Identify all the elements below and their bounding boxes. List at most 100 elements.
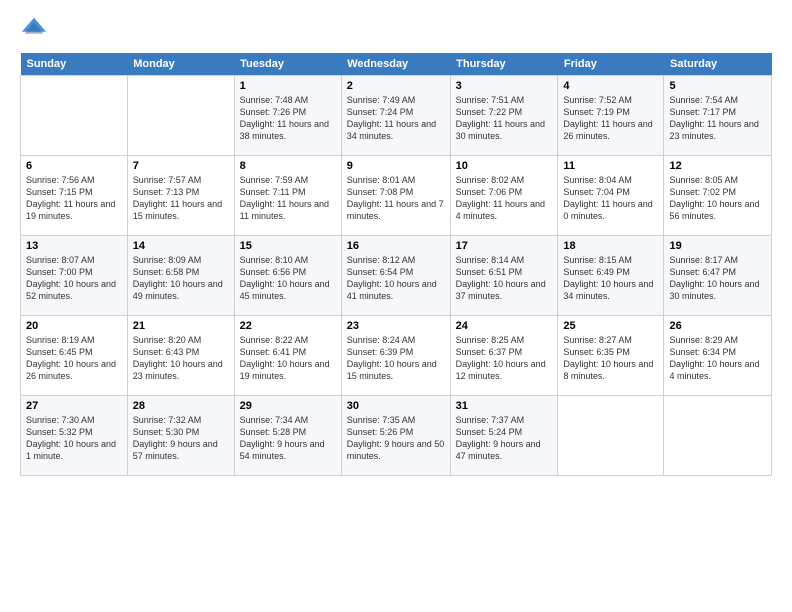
day-number: 12 [669,160,766,172]
calendar-cell: 11Sunrise: 8:04 AM Sunset: 7:04 PM Dayli… [558,156,664,236]
week-row-1: 1Sunrise: 7:48 AM Sunset: 7:26 PM Daylig… [21,76,772,156]
calendar-cell: 22 Sunrise: 8:22 AM Sunset: 6:41 PM Dayli… [234,316,341,396]
day-info: Sunrise: 7:52 AM Sunset: 7:19 PM Dayligh… [563,94,658,143]
calendar-cell: 14Sunrise: 8:09 AM Sunset: 6:58 PM Dayli… [127,236,234,316]
day-number: 4 [563,80,658,92]
day-info: Sunrise: 7:56 AM Sunset: 7:15 PM Dayligh… [26,174,122,223]
weekday-header-saturday: Saturday [664,53,772,76]
day-number: 5 [669,80,766,92]
calendar-cell: 13Sunrise: 8:07 AM Sunset: 7:00 PM Dayli… [21,236,128,316]
weekday-header-friday: Friday [558,53,664,76]
day-number: 14 [133,240,229,252]
day-number: 9 [347,160,445,172]
weekday-header-thursday: Thursday [450,53,558,76]
day-number: 10 [456,160,553,172]
weekday-header-sunday: Sunday [21,53,128,76]
day-number: 6 [26,160,122,172]
page: SundayMondayTuesdayWednesdayThursdayFrid… [0,0,792,612]
day-number: 28 [133,400,229,412]
calendar-cell: 20Sunrise: 8:19 AM Sunset: 6:45 PM Dayli… [21,316,128,396]
weekday-header-tuesday: Tuesday [234,53,341,76]
day-number: 20 [26,320,122,332]
calendar-cell: 2 Sunrise: 7:49 AM Sunset: 7:24 PM Daylig… [341,76,450,156]
calendar-cell: 4 Sunrise: 7:52 AM Sunset: 7:19 PM Daylig… [558,76,664,156]
calendar-cell: 1Sunrise: 7:48 AM Sunset: 7:26 PM Daylig… [234,76,341,156]
day-info: Sunrise: 7:37 AM Sunset: 5:24 PM Dayligh… [456,414,553,463]
day-info: Sunrise: 8:10 AM Sunset: 6:56 PM Dayligh… [240,254,336,303]
calendar-cell: 15 Sunrise: 8:10 AM Sunset: 6:56 PM Dayli… [234,236,341,316]
calendar-cell: 6 Sunrise: 7:56 AM Sunset: 7:15 PM Daylig… [21,156,128,236]
day-info: Sunrise: 7:34 AM Sunset: 5:28 PM Dayligh… [240,414,336,463]
day-number: 7 [133,160,229,172]
day-number: 3 [456,80,553,92]
day-info: Sunrise: 8:05 AM Sunset: 7:02 PM Dayligh… [669,174,766,223]
day-number: 29 [240,400,336,412]
day-info: Sunrise: 8:20 AM Sunset: 6:43 PM Dayligh… [133,334,229,383]
day-number: 21 [133,320,229,332]
day-number: 15 [240,240,336,252]
day-number: 8 [240,160,336,172]
calendar-cell: 26 Sunrise: 8:29 AM Sunset: 6:34 PM Dayli… [664,316,772,396]
calendar-cell: 24 Sunrise: 8:25 AM Sunset: 6:37 PM Dayli… [450,316,558,396]
calendar-cell: 9 Sunrise: 8:01 AM Sunset: 7:08 PM Daylig… [341,156,450,236]
header [20,15,772,43]
calendar-cell: 3 Sunrise: 7:51 AM Sunset: 7:22 PM Daylig… [450,76,558,156]
day-number: 19 [669,240,766,252]
day-info: Sunrise: 8:01 AM Sunset: 7:08 PM Dayligh… [347,174,445,223]
day-info: Sunrise: 8:27 AM Sunset: 6:35 PM Dayligh… [563,334,658,383]
week-row-3: 13Sunrise: 8:07 AM Sunset: 7:00 PM Dayli… [21,236,772,316]
day-number: 31 [456,400,553,412]
day-info: Sunrise: 8:25 AM Sunset: 6:37 PM Dayligh… [456,334,553,383]
calendar-cell: 29 Sunrise: 7:34 AM Sunset: 5:28 PM Dayli… [234,396,341,476]
day-info: Sunrise: 8:14 AM Sunset: 6:51 PM Dayligh… [456,254,553,303]
day-number: 18 [563,240,658,252]
day-info: Sunrise: 7:59 AM Sunset: 7:11 PM Dayligh… [240,174,336,223]
weekday-header-monday: Monday [127,53,234,76]
day-number: 26 [669,320,766,332]
day-number: 11 [563,160,658,172]
calendar-cell [558,396,664,476]
day-info: Sunrise: 8:17 AM Sunset: 6:47 PM Dayligh… [669,254,766,303]
day-number: 24 [456,320,553,332]
calendar-cell: 25 Sunrise: 8:27 AM Sunset: 6:35 PM Dayli… [558,316,664,396]
day-info: Sunrise: 7:30 AM Sunset: 5:32 PM Dayligh… [26,414,122,463]
week-row-5: 27 Sunrise: 7:30 AM Sunset: 5:32 PM Dayli… [21,396,772,476]
day-info: Sunrise: 7:57 AM Sunset: 7:13 PM Dayligh… [133,174,229,223]
calendar-cell [21,76,128,156]
calendar-cell: 10 Sunrise: 8:02 AM Sunset: 7:06 PM Dayli… [450,156,558,236]
calendar-cell: 8 Sunrise: 7:59 AM Sunset: 7:11 PM Daylig… [234,156,341,236]
day-info: Sunrise: 8:02 AM Sunset: 7:06 PM Dayligh… [456,174,553,223]
day-number: 2 [347,80,445,92]
day-info: Sunrise: 8:24 AM Sunset: 6:39 PM Dayligh… [347,334,445,383]
day-info: Sunrise: 8:22 AM Sunset: 6:41 PM Dayligh… [240,334,336,383]
day-info: Sunrise: 7:48 AM Sunset: 7:26 PM Dayligh… [240,94,336,143]
calendar-cell: 5 Sunrise: 7:54 AM Sunset: 7:17 PM Daylig… [664,76,772,156]
day-number: 23 [347,320,445,332]
calendar-cell [127,76,234,156]
day-number: 30 [347,400,445,412]
day-info: Sunrise: 8:29 AM Sunset: 6:34 PM Dayligh… [669,334,766,383]
calendar-cell: 28 Sunrise: 7:32 AM Sunset: 5:30 PM Dayli… [127,396,234,476]
logo-icon [20,15,48,43]
calendar-cell [664,396,772,476]
calendar-cell: 17 Sunrise: 8:14 AM Sunset: 6:51 PM Dayli… [450,236,558,316]
day-number: 25 [563,320,658,332]
day-info: Sunrise: 7:49 AM Sunset: 7:24 PM Dayligh… [347,94,445,143]
day-info: Sunrise: 8:12 AM Sunset: 6:54 PM Dayligh… [347,254,445,303]
week-row-4: 20Sunrise: 8:19 AM Sunset: 6:45 PM Dayli… [21,316,772,396]
day-info: Sunrise: 8:07 AM Sunset: 7:00 PM Dayligh… [26,254,122,303]
calendar-table: SundayMondayTuesdayWednesdayThursdayFrid… [20,53,772,476]
day-info: Sunrise: 7:54 AM Sunset: 7:17 PM Dayligh… [669,94,766,143]
calendar-cell: 7 Sunrise: 7:57 AM Sunset: 7:13 PM Daylig… [127,156,234,236]
day-number: 22 [240,320,336,332]
day-info: Sunrise: 7:32 AM Sunset: 5:30 PM Dayligh… [133,414,229,463]
day-number: 17 [456,240,553,252]
day-info: Sunrise: 7:51 AM Sunset: 7:22 PM Dayligh… [456,94,553,143]
calendar-cell: 27 Sunrise: 7:30 AM Sunset: 5:32 PM Dayli… [21,396,128,476]
weekday-header-wednesday: Wednesday [341,53,450,76]
calendar-cell: 19 Sunrise: 8:17 AM Sunset: 6:47 PM Dayli… [664,236,772,316]
calendar-cell: 12 Sunrise: 8:05 AM Sunset: 7:02 PM Dayli… [664,156,772,236]
day-number: 16 [347,240,445,252]
day-number: 27 [26,400,122,412]
calendar-cell: 18Sunrise: 8:15 AM Sunset: 6:49 PM Dayli… [558,236,664,316]
